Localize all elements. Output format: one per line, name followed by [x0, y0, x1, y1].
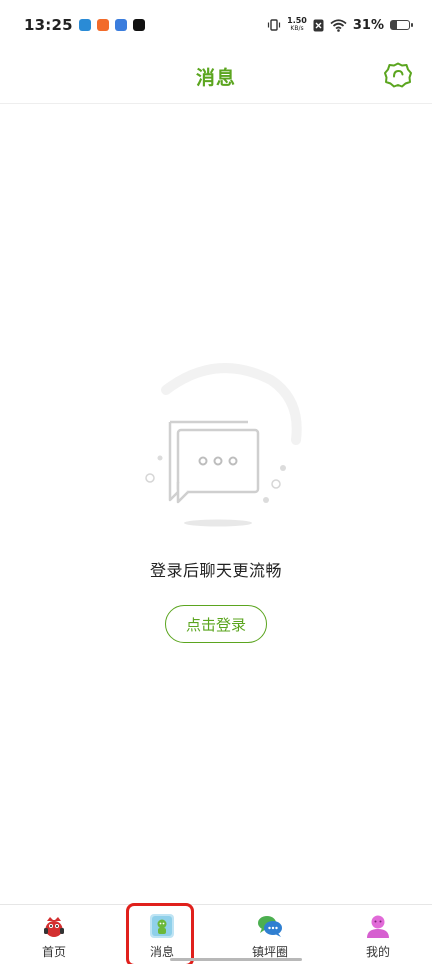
app-notification-icon: [96, 19, 109, 31]
settings-icon: [384, 62, 412, 88]
nav-item-messages[interactable]: 消息: [108, 905, 216, 964]
status-left: 13:25: [24, 16, 145, 34]
status-bar: 13:25 1.50 KB/s 31%: [0, 0, 432, 50]
nav-label-profile: 我的: [365, 945, 390, 959]
sim-off-icon: [313, 19, 324, 31]
net-speed-value: 1.50: [287, 16, 307, 25]
wifi-icon: [330, 18, 347, 32]
battery-percent: 31%: [352, 17, 384, 33]
message-icon: [150, 914, 174, 938]
profile-icon: [367, 915, 389, 938]
page-title: 消息: [195, 67, 236, 89]
empty-message: 登录后聊天更流畅: [149, 561, 282, 580]
nav-item-home[interactable]: 首页: [0, 905, 108, 964]
tiktok-icon: [132, 19, 145, 31]
home-indicator[interactable]: [170, 958, 302, 961]
empty-state: 登录后聊天更流畅 点击登录: [0, 360, 432, 643]
nav-item-zhenping-circle[interactable]: 镇坪圈: [216, 905, 324, 964]
top-bar: 消息: [0, 50, 432, 104]
screen: 13:25 1.50 KB/s 31% 消息 登录后聊天更流畅 点击登录 首页 …: [0, 0, 432, 964]
bottom-nav: 首页 消息 镇坪圈 我的: [0, 904, 432, 964]
battery-icon: [390, 20, 413, 30]
nav-label-home: 首页: [41, 945, 66, 959]
chat-bubbles-icon: [258, 916, 282, 937]
status-time: 13:25: [24, 16, 73, 34]
net-speed-unit: KB/s: [290, 25, 304, 32]
status-right: 1.50 KB/s 31%: [267, 17, 413, 33]
network-speed: 1.50 KB/s: [287, 17, 307, 33]
settings-button[interactable]: [382, 59, 414, 91]
home-mascot-icon: [44, 917, 64, 937]
nav-item-profile[interactable]: 我的: [324, 905, 432, 964]
app-notification-icon: [78, 19, 91, 31]
empty-chat-illustration: [145, 363, 302, 527]
login-button[interactable]: 点击登录: [165, 605, 267, 643]
vibrate-icon: [268, 19, 281, 31]
app-notification-icon: [114, 19, 127, 31]
battery-level: [391, 21, 397, 29]
